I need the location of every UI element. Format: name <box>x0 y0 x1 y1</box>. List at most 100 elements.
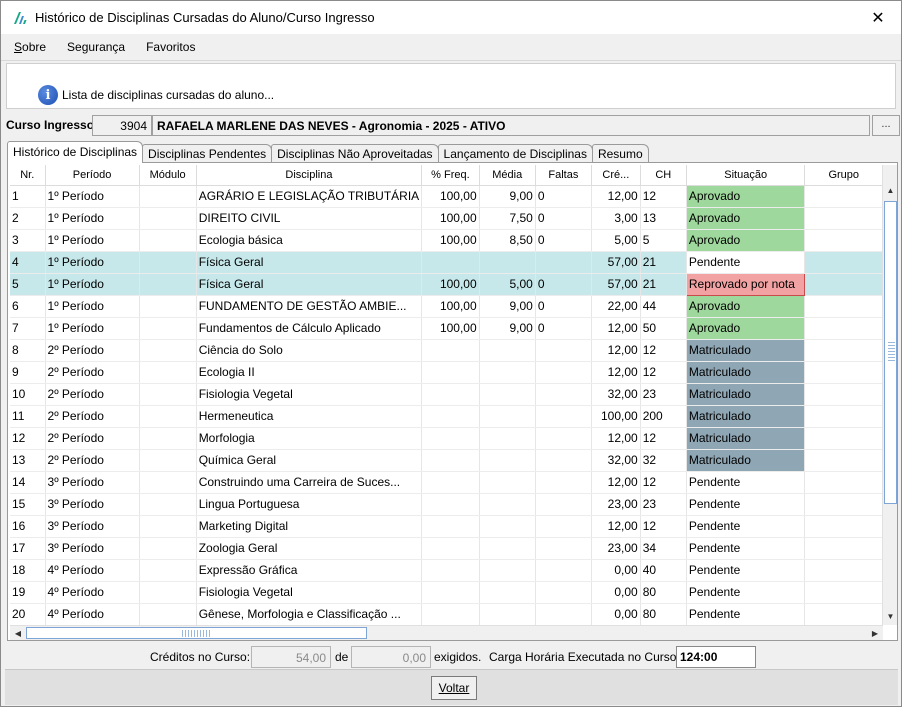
table-row[interactable]: 1 1º Período AGRÁRIO E LEGISLAÇÃO TRIBUTÁR… <box>10 185 883 208</box>
table-row[interactable]: 7 1º Período Fundamentos de Cálculo Aplica… <box>10 317 883 340</box>
cell-situacao: Aprovado <box>686 229 806 252</box>
table-row[interactable]: 8 2º Período Ciência do Solo 12,00 12 Matricu… <box>10 339 883 362</box>
table-row[interactable]: 12 2º Período Morfologia 12,00 12 Matriculado <box>10 427 883 450</box>
scroll-down-icon[interactable]: ▼ <box>883 609 898 625</box>
cell-creditos: 32,00 <box>591 449 641 472</box>
cell-ch: 200 <box>640 405 687 428</box>
cell-faltas <box>535 559 592 582</box>
menu-seguranca[interactable]: Segurança <box>59 40 133 54</box>
table-row[interactable]: 17 3º Período Zoologia Geral 23,00 34 Pendent… <box>10 537 883 560</box>
cell-periodo: 1º Período <box>45 273 140 296</box>
cell-faltas <box>535 471 592 494</box>
table-row[interactable]: 3 1º Período Ecologia básica 100,00 8,50 0 5,0… <box>10 229 883 252</box>
cell-disciplina: Ecologia II <box>196 361 423 384</box>
vertical-scroll-thumb[interactable] <box>884 201 897 504</box>
cell-modulo <box>139 493 197 516</box>
cell-situacao: Pendente <box>686 471 806 494</box>
table-row[interactable]: 5 1º Período Física Geral 100,00 5,00 0 57,00 2… <box>10 272 883 296</box>
cell-grupo <box>804 295 883 318</box>
table-row[interactable]: 19 4º Período Fisiologia Vegetal 0,00 80 Pend… <box>10 581 883 604</box>
column-header-disciplina[interactable]: Disciplina <box>196 165 423 186</box>
column-header-modulo[interactable]: Módulo <box>139 165 197 186</box>
close-button[interactable]: ✕ <box>855 1 901 34</box>
cell-creditos: 12,00 <box>591 185 641 208</box>
cell-media <box>479 515 536 538</box>
cell-nr: 7 <box>10 317 46 340</box>
cell-ch: 32 <box>640 449 687 472</box>
tab-panel-historico: Nr. Período Módulo Disciplina% Freq. Média Fa… <box>7 162 898 641</box>
column-header-nr[interactable]: Nr. <box>10 165 46 186</box>
cell-freq: 100,00 <box>421 207 480 230</box>
table-row[interactable]: 13 2º Período Química Geral 32,00 32 Matricul… <box>10 449 883 472</box>
table-row[interactable]: 20 4º Período Gênese, Morfologia e Classif… <box>10 603 883 625</box>
cell-grupo <box>804 537 883 560</box>
cell-creditos: 12,00 <box>591 317 641 340</box>
cell-ch: 12 <box>640 427 687 450</box>
table-row[interactable]: 2 1º Período DIREITO CIVIL 100,00 7,50 0 3,00 1… <box>10 207 883 230</box>
cell-media <box>479 339 536 362</box>
curso-browse-button[interactable]: ... <box>872 115 900 136</box>
cell-grupo <box>804 427 883 450</box>
cell-freq <box>421 603 480 625</box>
cell-freq <box>421 559 480 582</box>
scroll-right-icon[interactable]: ▶ <box>867 626 883 641</box>
column-header-grupo[interactable]: Grupo <box>804 165 883 186</box>
column-header-faltas[interactable]: Faltas <box>535 165 592 186</box>
cell-situacao: Pendente <box>686 537 806 560</box>
scroll-left-icon[interactable]: ◀ <box>10 626 26 641</box>
window-title: Histórico de Disciplinas Cursadas do Alu… <box>35 10 375 25</box>
voltar-button[interactable]: Voltar <box>431 676 477 700</box>
cell-faltas: 0 <box>535 273 592 296</box>
cell-nr: 3 <box>10 229 46 252</box>
cell-faltas <box>535 383 592 406</box>
scroll-grip-icon <box>182 630 212 637</box>
tab-historico-disciplinas[interactable]: Histórico de Disciplinas <box>7 141 144 163</box>
cell-disciplina: Lingua Portuguesa <box>196 493 423 516</box>
cell-ch: 5 <box>640 229 687 252</box>
table-row[interactable]: 4 1º Período Física Geral 57,00 21 Pendente <box>10 251 883 274</box>
cell-ch: 21 <box>640 251 687 274</box>
column-header-periodo[interactable]: Período <box>45 165 140 186</box>
table-row[interactable]: 11 2º Período Hermeneutica 100,00 200 Matricu… <box>10 405 883 428</box>
curso-code-field[interactable]: 3904 <box>92 115 152 136</box>
tab-disciplinas-pendentes[interactable]: Disciplinas Pendentes <box>142 144 273 163</box>
table-row[interactable]: 16 3º Período Marketing Digital 12,00 12 Pend… <box>10 515 883 538</box>
table-row[interactable]: 9 2º Período Ecologia II 12,00 12 Matriculado <box>10 361 883 384</box>
cell-modulo <box>139 185 197 208</box>
table-row[interactable]: 6 1º Período FUNDAMENTO DE GESTÃO AMBIE...… <box>10 295 883 318</box>
cell-nr: 8 <box>10 339 46 362</box>
menu-bar: Sobre Segurança Favoritos <box>1 34 901 61</box>
menu-sobre[interactable]: Sobre <box>6 40 54 54</box>
cell-media <box>479 581 536 604</box>
curso-name-field[interactable]: RAFAELA MARLENE DAS NEVES - Agronomia - … <box>152 115 870 136</box>
cell-periodo: 1º Período <box>45 207 140 230</box>
column-header-media[interactable]: Média <box>479 165 536 186</box>
scroll-up-icon[interactable]: ▲ <box>883 183 898 199</box>
cell-grupo <box>804 317 883 340</box>
menu-favoritos[interactable]: Favoritos <box>138 40 203 54</box>
column-header-creditos[interactable]: Cré... <box>591 165 641 186</box>
cell-grupo <box>804 361 883 384</box>
disciplinas-grid[interactable]: Nr. Período Módulo Disciplina% Freq. Média Fa… <box>10 165 883 625</box>
cell-disciplina: Fundamentos de Cálculo Aplicado <box>196 317 423 340</box>
cell-grupo <box>804 581 883 604</box>
table-row[interactable]: 18 4º Período Expressão Gráfica 0,00 40 Pende… <box>10 559 883 582</box>
column-header-ch[interactable]: CH <box>640 165 687 186</box>
cell-grupo <box>804 471 883 494</box>
table-row[interactable]: 14 3º Período Construindo uma Carreira de … <box>10 471 883 494</box>
creditos-field: 54,00 <box>251 646 331 668</box>
cell-faltas: 0 <box>535 317 592 340</box>
column-header-situacao[interactable]: Situação <box>686 165 806 186</box>
tab-resumo[interactable]: Resumo <box>591 144 649 163</box>
cell-freq <box>421 449 480 472</box>
cell-freq: 100,00 <box>421 273 480 296</box>
column-header-freq[interactable]: % Freq. <box>421 165 480 186</box>
tab-lancamento-disciplinas[interactable]: Lançamento de Disciplinas <box>437 144 593 163</box>
cell-periodo: 2º Período <box>45 383 140 406</box>
table-row[interactable]: 10 2º Período Fisiologia Vegetal 32,00 23 Mat… <box>10 383 883 406</box>
horizontal-scroll-thumb[interactable] <box>26 627 367 639</box>
vertical-scrollbar[interactable]: ▲ ▼ <box>882 165 897 625</box>
table-row[interactable]: 15 3º Período Lingua Portuguesa 23,00 23 Pend… <box>10 493 883 516</box>
horizontal-scrollbar[interactable]: ◀ ▶ <box>10 625 883 640</box>
tab-disciplinas-nao-aproveitadas[interactable]: Disciplinas Não Aproveitadas <box>271 144 439 163</box>
